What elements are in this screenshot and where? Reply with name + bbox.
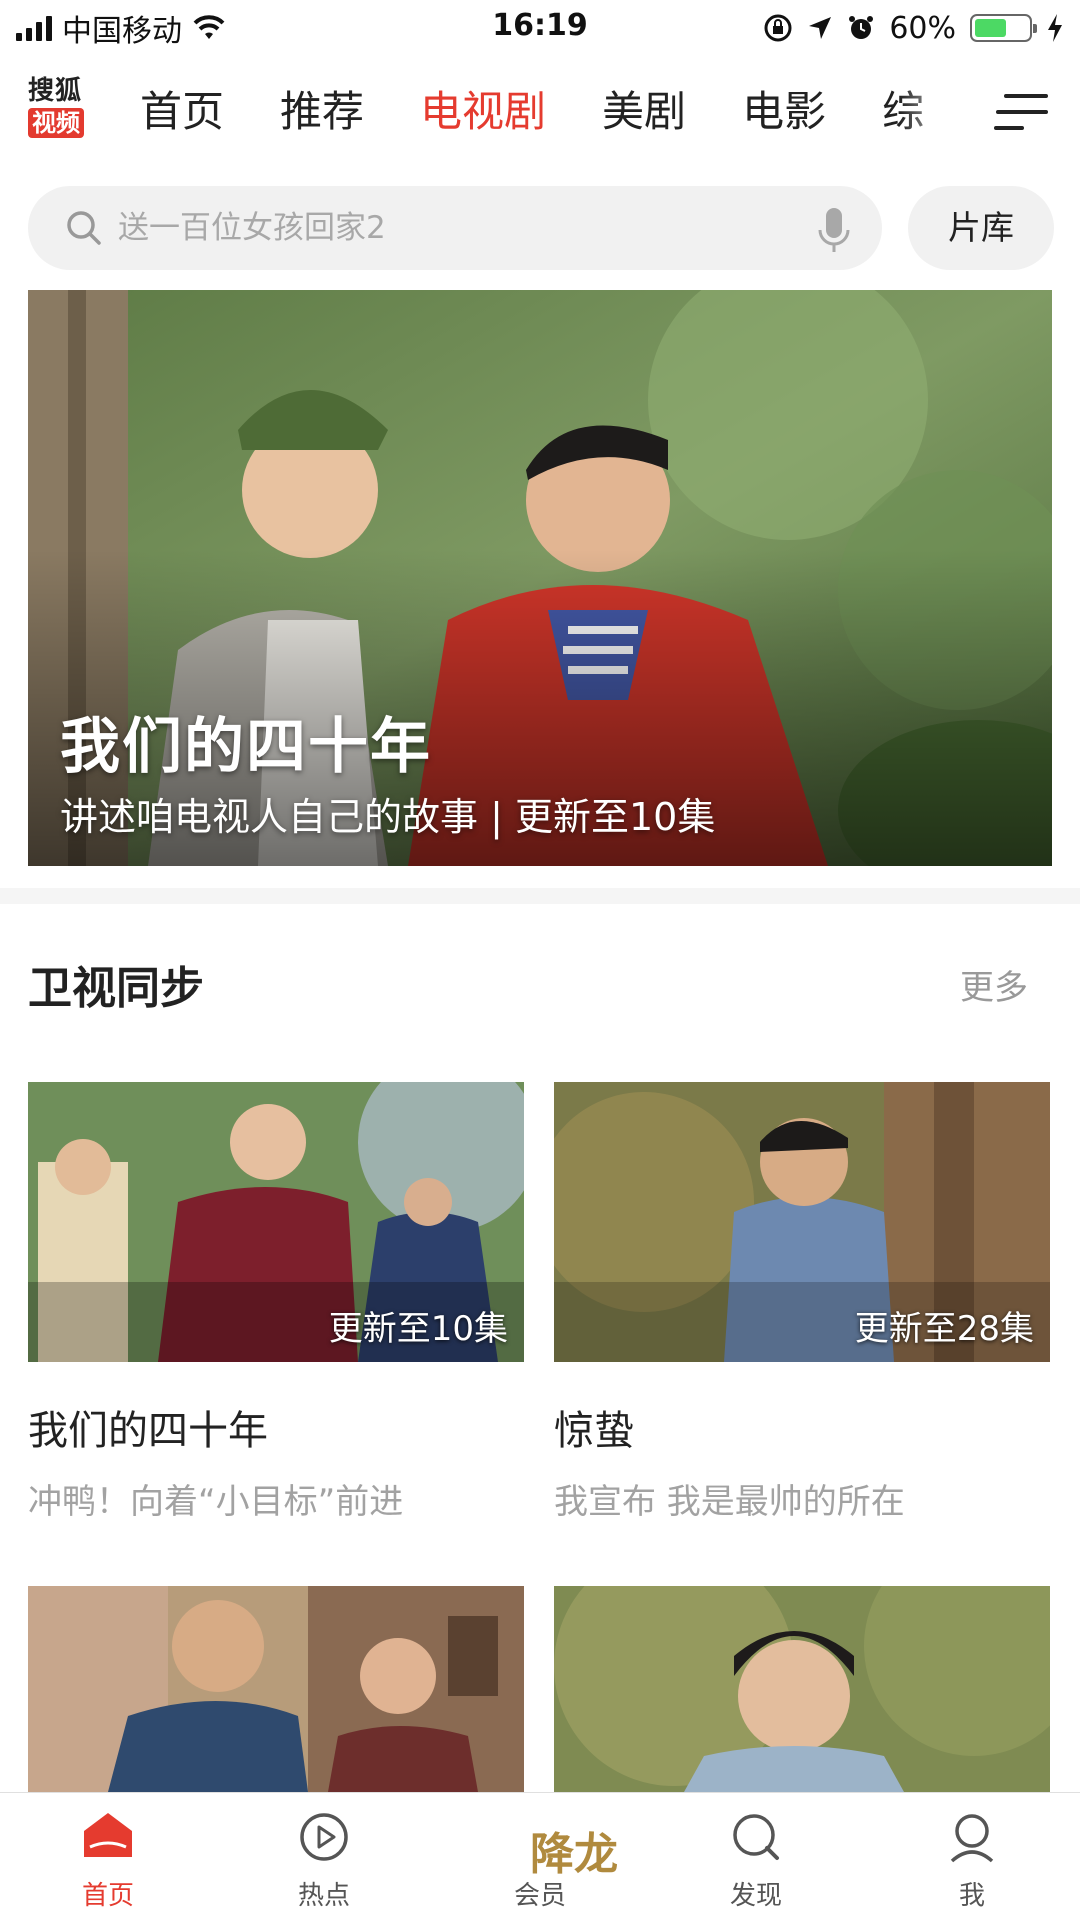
battery-icon — [970, 14, 1037, 42]
play-circle-icon — [300, 1813, 348, 1861]
microphone-icon[interactable] — [814, 206, 854, 256]
video-card[interactable]: 更新至28集 惊蛰 我宣布 我是最帅的所在 — [554, 1082, 1050, 1522]
episode-badge: 更新至28集 — [854, 1309, 1034, 1349]
tab-movies[interactable]: 电影 — [742, 82, 826, 142]
search-bar[interactable]: 送一百位女孩回家2 — [28, 186, 882, 270]
tab-bar-label: 我 — [958, 1881, 985, 1911]
tab-home[interactable]: 首页 — [140, 82, 224, 142]
tabs-fade — [900, 76, 990, 152]
header: 搜狐 视频 首页 推荐 电视剧 美剧 电影 综 — [0, 56, 1080, 166]
orientation-lock-icon — [764, 14, 792, 42]
library-button[interactable]: 片库 — [908, 186, 1054, 270]
thumbnail-image — [28, 1586, 524, 1792]
tab-bar-discover[interactable]: 发现 — [696, 1793, 816, 1921]
bottom-tab-bar: 首页 热点 降龙 会员 发现 我 — [0, 1792, 1080, 1921]
card-title[interactable]: 我们的四十年 — [28, 1398, 268, 1456]
tab-recommend[interactable]: 推荐 — [280, 82, 364, 142]
card-thumbnail[interactable]: 更新至10集 — [28, 1082, 524, 1362]
tab-bar-me[interactable]: 我 — [912, 1793, 1032, 1921]
tab-bar-label: 发现 — [729, 1881, 782, 1911]
tab-bar-vip[interactable]: 降龙 会员 — [480, 1793, 618, 1921]
battery-fill — [975, 19, 1007, 37]
video-card[interactable] — [28, 1586, 524, 1792]
episode-badge: 更新至10集 — [328, 1309, 508, 1349]
location-icon — [809, 17, 832, 39]
vip-promo-logo: 降龙 — [488, 1799, 618, 1880]
tab-bar-hot[interactable]: 热点 — [264, 1793, 384, 1921]
card-title[interactable]: 惊蛰 — [554, 1398, 634, 1456]
card-description: 我宣布 我是最帅的所在 — [554, 1482, 905, 1522]
more-link[interactable]: 更多 — [960, 960, 1028, 1009]
alarm-icon — [849, 16, 874, 39]
tab-tv-series[interactable]: 电视剧 — [420, 82, 546, 142]
featured-banner[interactable]: 我们的四十年 讲述咱电视人自己的故事 | 更新至10集 — [28, 290, 1052, 866]
section-divider — [0, 888, 1080, 904]
tab-us-series[interactable]: 美剧 — [602, 82, 686, 142]
channel-tabs: 首页 推荐 电视剧 美剧 电影 综 — [140, 82, 980, 142]
search-input[interactable]: 送一百位女孩回家2 — [118, 186, 718, 270]
card-thumbnail[interactable]: 更新至28集 — [554, 1082, 1050, 1362]
thumbnail-image — [554, 1586, 1050, 1792]
tab-bar-label: 热点 — [297, 1881, 350, 1911]
battery-percent: 60% — [889, 10, 956, 46]
status-bar: 中国移动 16:19 60% — [0, 0, 1080, 54]
video-card[interactable]: 更新至10集 我们的四十年 冲鸭！向着“小目标”前进 — [28, 1082, 524, 1522]
card-description: 冲鸭！向着“小目标”前进 — [28, 1482, 404, 1522]
banner-title: 我们的四十年 — [60, 712, 432, 782]
charging-icon — [1048, 14, 1062, 42]
logo-line2: 视频 — [28, 108, 84, 138]
tab-bar-label: 首页 — [81, 1881, 134, 1911]
sohu-video-logo[interactable]: 搜狐 视频 — [28, 76, 94, 144]
status-right: 60% — [763, 8, 1064, 48]
banner-subtitle: 讲述咱电视人自己的故事 | 更新至10集 — [60, 795, 716, 839]
logo-line1: 搜狐 — [28, 76, 83, 106]
video-card[interactable] — [554, 1586, 1050, 1792]
tab-bar-label: 会员 — [513, 1881, 566, 1911]
vip-logo-text: 降龙 — [530, 1829, 618, 1880]
home-icon — [84, 1813, 132, 1857]
discover-icon — [733, 1814, 779, 1860]
channel-menu-icon[interactable] — [994, 90, 1048, 134]
tab-bar-home[interactable]: 首页 — [48, 1793, 168, 1921]
search-icon — [67, 211, 101, 245]
section-title: 卫视同步 — [28, 963, 204, 1014]
profile-icon — [950, 1814, 994, 1863]
